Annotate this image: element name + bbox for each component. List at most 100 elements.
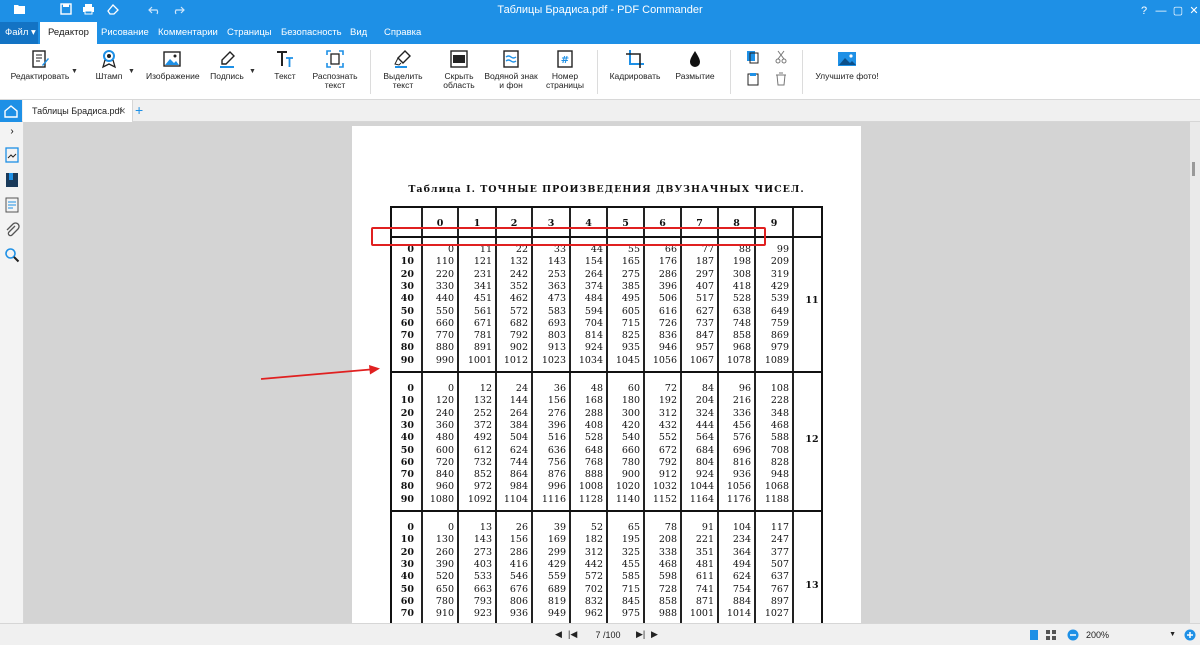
table-cell: 638 — [732, 305, 751, 317]
enhance-photo-button[interactable]: Улучшите фото! — [812, 49, 882, 81]
delete-icon[interactable] — [774, 72, 788, 91]
menu-bar: Файл ▾ Редактор Рисование Комментарии Ст… — [0, 22, 1200, 44]
zoom-in-icon[interactable] — [1184, 629, 1196, 641]
table-cell: 338 — [658, 546, 677, 558]
table-cell: 1001 — [467, 354, 492, 366]
table-cell: 1044 — [689, 481, 714, 493]
stamp-dropdown-icon[interactable]: ▼ — [128, 68, 135, 75]
zoom-select[interactable]: 200% ▼ — [1082, 628, 1182, 642]
edit-button[interactable]: Редактировать — [8, 49, 72, 81]
edit-dropdown-icon[interactable]: ▼ — [71, 68, 78, 75]
row-label: 20 — [400, 268, 414, 280]
tab-editor[interactable]: Редактор — [40, 22, 97, 44]
table-cell: 165 — [621, 256, 640, 268]
table-cell: 946 — [658, 342, 677, 354]
image-label: Изображение — [146, 71, 200, 81]
help-icon[interactable]: ? — [1136, 3, 1152, 19]
table-cell: 12 — [479, 383, 492, 394]
current-page[interactable]: 7 — [595, 630, 600, 640]
document-tab[interactable]: Таблицы Брадиса.pdf ✕ — [23, 100, 133, 122]
table-cell: 240 — [435, 407, 454, 419]
table-cell: 637 — [770, 571, 789, 583]
recognize-text-button[interactable]: Распознать текст — [310, 49, 360, 90]
bookmarks-icon[interactable] — [4, 172, 20, 188]
zoom-out-icon[interactable] — [1067, 629, 1079, 641]
text-button[interactable]: Текст — [270, 49, 300, 81]
minimize-icon[interactable]: — — [1153, 3, 1169, 19]
table-cell: 624 — [509, 444, 528, 456]
document-viewport[interactable]: Таблица I. ТОЧНЫЕ ПРОИЗВЕДЕНИЯ ДВУЗНАЧНЫ… — [24, 122, 1190, 623]
page-indicator[interactable]: 7 /100 — [583, 628, 633, 642]
highlight-label-2: текст — [392, 80, 414, 90]
annotations-list-icon[interactable] — [4, 197, 20, 213]
thumbnails-icon[interactable] — [4, 147, 20, 163]
row-label: 0 — [407, 522, 414, 533]
prev-page-icon[interactable]: ◀ — [555, 629, 562, 640]
two-page-view-icon[interactable] — [1045, 629, 1057, 641]
table-cell: 374 — [584, 280, 603, 292]
table-cell: 231 — [473, 268, 492, 280]
table-cell: 528 — [732, 293, 751, 305]
next-page-icon[interactable]: ▶ — [651, 629, 658, 640]
maximize-icon[interactable]: ▢ — [1170, 3, 1186, 19]
table-cell: 104 — [732, 522, 751, 533]
watermark-button[interactable]: Водяной знак и фон — [483, 49, 539, 90]
vertical-scrollbar[interactable] — [1190, 122, 1200, 623]
table-cell: 288 — [584, 407, 603, 419]
scrollbar-thumb[interactable] — [1192, 162, 1195, 176]
table-cell: 546 — [509, 571, 528, 583]
red-arrow-annotation — [260, 365, 380, 380]
table-cell: 520 — [435, 571, 454, 583]
search-icon[interactable] — [4, 247, 20, 263]
table-cell: 1023 — [541, 354, 566, 366]
table-cell: 130 — [435, 534, 454, 546]
row-label: 50 — [400, 583, 414, 595]
table-cell: 767 — [770, 583, 789, 595]
page-number-button[interactable]: # Номер страницы — [543, 49, 587, 90]
highlight-text-button[interactable]: Выделить текст — [380, 49, 426, 90]
expand-panel-icon[interactable]: › — [4, 126, 20, 142]
home-icon — [4, 105, 18, 118]
table-cell: 247 — [770, 534, 789, 546]
row-label: 50 — [400, 305, 414, 317]
table-cell: 759 — [770, 317, 789, 329]
ribbon-separator — [730, 50, 731, 94]
table-cell: 936 — [732, 469, 751, 481]
table-cell: 540 — [621, 432, 640, 444]
tab-comments[interactable]: Комментарии — [158, 22, 218, 44]
table-cell: 216 — [732, 395, 751, 407]
copy-icon[interactable] — [746, 50, 760, 69]
last-page-icon[interactable]: ▶| — [636, 629, 645, 640]
cut-icon[interactable] — [774, 50, 788, 69]
signature-dropdown-icon[interactable]: ▼ — [249, 68, 256, 75]
tab-pages[interactable]: Страницы — [227, 22, 272, 44]
hide-area-button[interactable]: Скрыть область — [436, 49, 482, 90]
image-button[interactable]: Изображение — [146, 49, 200, 81]
watermark-label-2: и фон — [499, 80, 523, 90]
tab-help[interactable]: Справка — [384, 22, 421, 44]
image-icon — [163, 51, 181, 67]
tab-view[interactable]: Вид — [350, 22, 367, 44]
paste-icon[interactable] — [746, 72, 760, 91]
single-page-view-icon[interactable] — [1028, 629, 1040, 641]
chevron-down-icon[interactable]: ▼ — [1169, 628, 1176, 642]
stamp-button[interactable]: Штамп — [92, 49, 126, 81]
tab-security[interactable]: Безопасность — [281, 22, 342, 44]
table-cell: 792 — [658, 456, 677, 468]
left-side-panel: › — [0, 122, 24, 623]
close-tab-icon[interactable]: ✕ — [118, 100, 126, 122]
crop-button[interactable]: Кадрировать — [606, 49, 664, 81]
attachments-icon[interactable] — [4, 222, 20, 238]
tab-drawing[interactable]: Рисование — [101, 22, 149, 44]
signature-button[interactable]: Подпись — [208, 49, 246, 81]
table-cell: 444 — [695, 419, 714, 431]
file-menu[interactable]: Файл ▾ — [0, 22, 38, 44]
table-cell: 671 — [473, 317, 492, 329]
home-button[interactable] — [0, 100, 22, 122]
table-cell: 996 — [547, 481, 566, 493]
first-page-icon[interactable]: |◀ — [568, 629, 577, 640]
blur-button[interactable]: Размытие — [672, 49, 718, 81]
new-tab-icon[interactable]: + — [135, 102, 143, 118]
close-icon[interactable]: ✕ — [1186, 3, 1200, 19]
row-label: 70 — [400, 469, 414, 481]
